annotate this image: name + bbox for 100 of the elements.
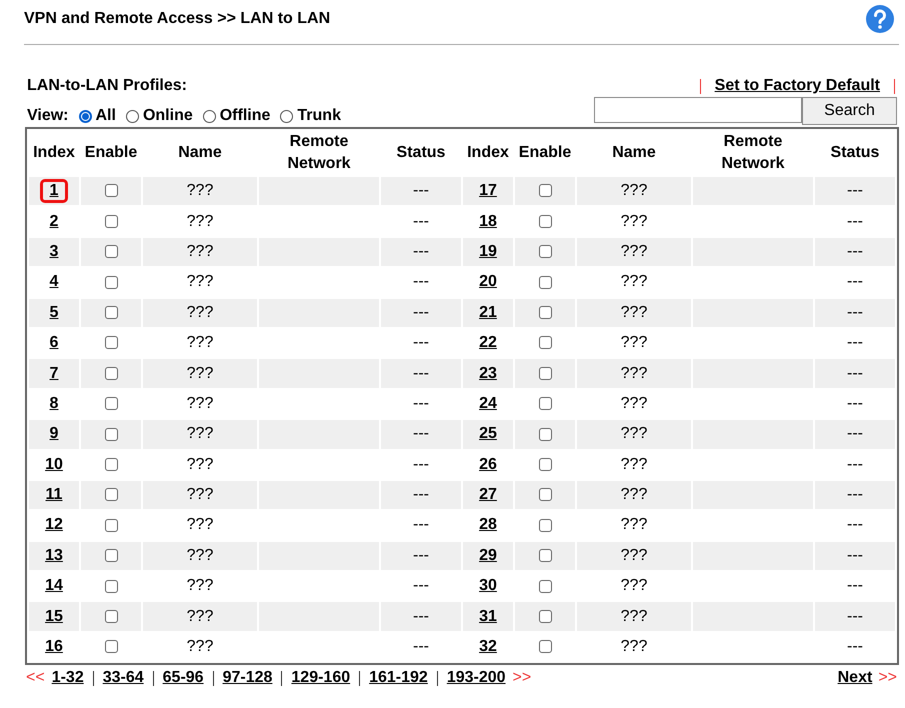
- column-header: Name: [611, 143, 657, 163]
- enable-checkbox[interactable]: [538, 610, 552, 623]
- next-link[interactable]: Next: [838, 669, 872, 688]
- enable-checkbox[interactable]: [104, 580, 118, 593]
- status-cell: ---: [381, 298, 461, 327]
- enable-checkbox[interactable]: [538, 245, 552, 258]
- page-range-link[interactable]: 65-96: [162, 669, 204, 688]
- enable-checkbox[interactable]: [538, 580, 552, 593]
- name-cell: ???: [577, 177, 691, 206]
- name-cell-text: ???: [620, 454, 648, 475]
- enable-checkbox[interactable]: [104, 306, 118, 320]
- name-cell: ???: [143, 602, 257, 631]
- name-cell-text: ???: [620, 637, 648, 658]
- enable-checkbox[interactable]: [104, 428, 118, 441]
- status-cell: ---: [381, 420, 461, 449]
- profile-index-link[interactable]: 30: [469, 574, 507, 598]
- enable-checkbox[interactable]: [538, 549, 552, 562]
- profile-index-link[interactable]: 6: [40, 331, 68, 356]
- enable-checkbox[interactable]: [538, 518, 552, 532]
- name-cell-text: ???: [186, 394, 214, 414]
- name-cell: ???: [143, 238, 257, 266]
- view-radio-option[interactable]: Trunk: [280, 107, 341, 125]
- profile-index-link[interactable]: 28: [469, 513, 507, 538]
- enable-checkbox[interactable]: [104, 336, 118, 350]
- enable-checkbox[interactable]: [104, 276, 118, 289]
- name-cell: ???: [143, 177, 257, 206]
- enable-checkbox[interactable]: [538, 366, 552, 380]
- page-range-link[interactable]: 33-64: [102, 669, 144, 688]
- enable-checkbox[interactable]: [104, 640, 118, 654]
- profile-index-link[interactable]: 8: [40, 392, 68, 416]
- column-header: Status: [396, 143, 446, 163]
- view-radio-option[interactable]: Online: [126, 107, 193, 125]
- profile-index-link[interactable]: 16: [35, 635, 73, 660]
- name-cell-text: ???: [186, 272, 214, 292]
- page-range-link[interactable]: 161-192: [369, 669, 428, 688]
- status-cell: ---: [381, 602, 461, 631]
- search-field[interactable]: [594, 97, 802, 123]
- column-header: Remote Network: [720, 132, 786, 174]
- enable-checkbox[interactable]: [538, 214, 552, 228]
- page-range-link[interactable]: 1-32: [52, 669, 84, 688]
- enable-checkbox[interactable]: [538, 488, 552, 502]
- name-cell-text: ???: [186, 454, 214, 475]
- section-title: LAN-to-LAN Profiles:: [27, 77, 187, 95]
- enable-checkbox[interactable]: [538, 640, 552, 654]
- enable-checkbox[interactable]: [104, 184, 118, 198]
- profile-index-link[interactable]: 12: [35, 513, 73, 538]
- status-cell: ---: [815, 602, 895, 631]
- search-button[interactable]: Search: [802, 97, 897, 125]
- help-icon[interactable]: [865, 4, 895, 34]
- column-header: Enable: [518, 143, 572, 163]
- enable-checkbox[interactable]: [538, 276, 552, 289]
- name-cell: ???: [143, 420, 257, 449]
- status-cell-text: ---: [846, 394, 864, 414]
- page-range-link[interactable]: 97-128: [222, 669, 272, 688]
- next-arrows[interactable]: >>: [512, 669, 532, 688]
- status-cell-text: ---: [412, 515, 430, 536]
- profile-index-link[interactable]: 20: [469, 270, 507, 294]
- view-radio-option[interactable]: Offline: [202, 107, 270, 125]
- enable-checkbox[interactable]: [538, 336, 552, 350]
- profile-index-link[interactable]: 1: [40, 179, 68, 204]
- status-cell-text: ---: [412, 454, 430, 475]
- profile-index-link[interactable]: 26: [469, 452, 507, 477]
- name-cell: ???: [577, 480, 691, 510]
- view-radio-option[interactable]: All: [78, 107, 116, 125]
- enable-checkbox[interactable]: [104, 488, 118, 502]
- enable-checkbox[interactable]: [104, 549, 118, 562]
- status-cell: ---: [381, 238, 461, 266]
- name-cell: ???: [577, 542, 691, 570]
- profile-index-link[interactable]: 24: [469, 392, 507, 416]
- enable-checkbox[interactable]: [104, 366, 118, 380]
- profile-index-link[interactable]: 4: [40, 270, 68, 294]
- enable-checkbox[interactable]: [538, 397, 552, 410]
- enable-checkbox[interactable]: [104, 214, 118, 228]
- profile-index-link[interactable]: 22: [469, 331, 507, 356]
- enable-checkbox[interactable]: [104, 518, 118, 532]
- factory-default-link[interactable]: Set to Factory Default: [714, 77, 880, 95]
- name-cell: ???: [143, 359, 257, 388]
- status-cell-text: ---: [846, 272, 864, 292]
- page-range-link[interactable]: 129-160: [291, 669, 350, 688]
- profile-index-link[interactable]: 14: [35, 574, 73, 598]
- page-range-link[interactable]: 193-200: [446, 669, 506, 688]
- enable-checkbox[interactable]: [104, 245, 118, 258]
- profile-index-link[interactable]: 18: [469, 210, 507, 234]
- profile-index-link[interactable]: 10: [35, 452, 73, 477]
- next-arrows[interactable]: >>: [878, 669, 897, 688]
- enable-checkbox[interactable]: [104, 397, 118, 410]
- status-cell-text: ---: [846, 637, 864, 658]
- enable-checkbox[interactable]: [538, 458, 552, 471]
- enable-checkbox[interactable]: [538, 184, 552, 198]
- enable-checkbox[interactable]: [538, 306, 552, 320]
- previous-arrows[interactable]: <<: [26, 669, 45, 688]
- status-cell-text: ---: [412, 637, 430, 658]
- enable-checkbox[interactable]: [538, 428, 552, 441]
- status-cell-text: ---: [846, 454, 864, 475]
- enable-checkbox[interactable]: [104, 610, 118, 623]
- status-cell: ---: [381, 177, 461, 206]
- enable-checkbox[interactable]: [104, 458, 118, 471]
- profile-index-link[interactable]: 2: [40, 210, 68, 234]
- profile-index-link[interactable]: 32: [469, 635, 507, 660]
- name-cell: ???: [143, 480, 257, 510]
